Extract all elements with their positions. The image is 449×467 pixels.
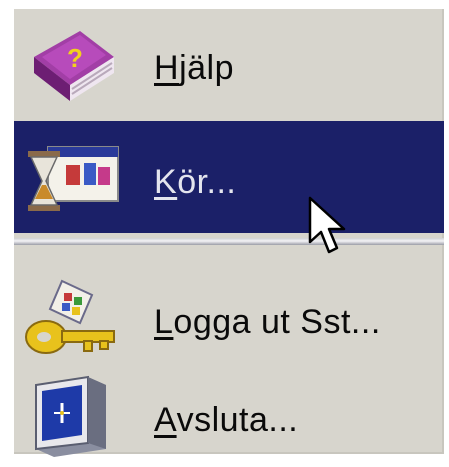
help-book-icon: ?	[34, 31, 114, 101]
run-hourglass-icon	[28, 146, 119, 211]
menu-item-label: Kör...	[154, 163, 237, 201]
menu-item-label: Logga ut Sst...	[154, 303, 381, 341]
logoff-key-icon	[25, 279, 115, 354]
mouse-pointer-icon	[308, 196, 346, 254]
menu-separator	[14, 238, 444, 245]
menu-item-shutdown[interactable]: Avsluta...	[14, 373, 444, 463]
menu-item-label: Hjälp	[154, 49, 234, 87]
menu-item-help[interactable]: ? Hjälp	[14, 23, 444, 115]
menu-item-run[interactable]: Kör...	[14, 121, 444, 233]
start-menu: ? Hjälp Kör... Logga ut Sst... Avsluta..…	[14, 9, 444, 457]
shutdown-monitor-icon	[35, 375, 106, 457]
menu-item-label: Avsluta...	[154, 401, 299, 439]
svg-text:?: ?	[67, 43, 83, 73]
menu-item-logoff[interactable]: Logga ut Sst...	[14, 269, 444, 369]
